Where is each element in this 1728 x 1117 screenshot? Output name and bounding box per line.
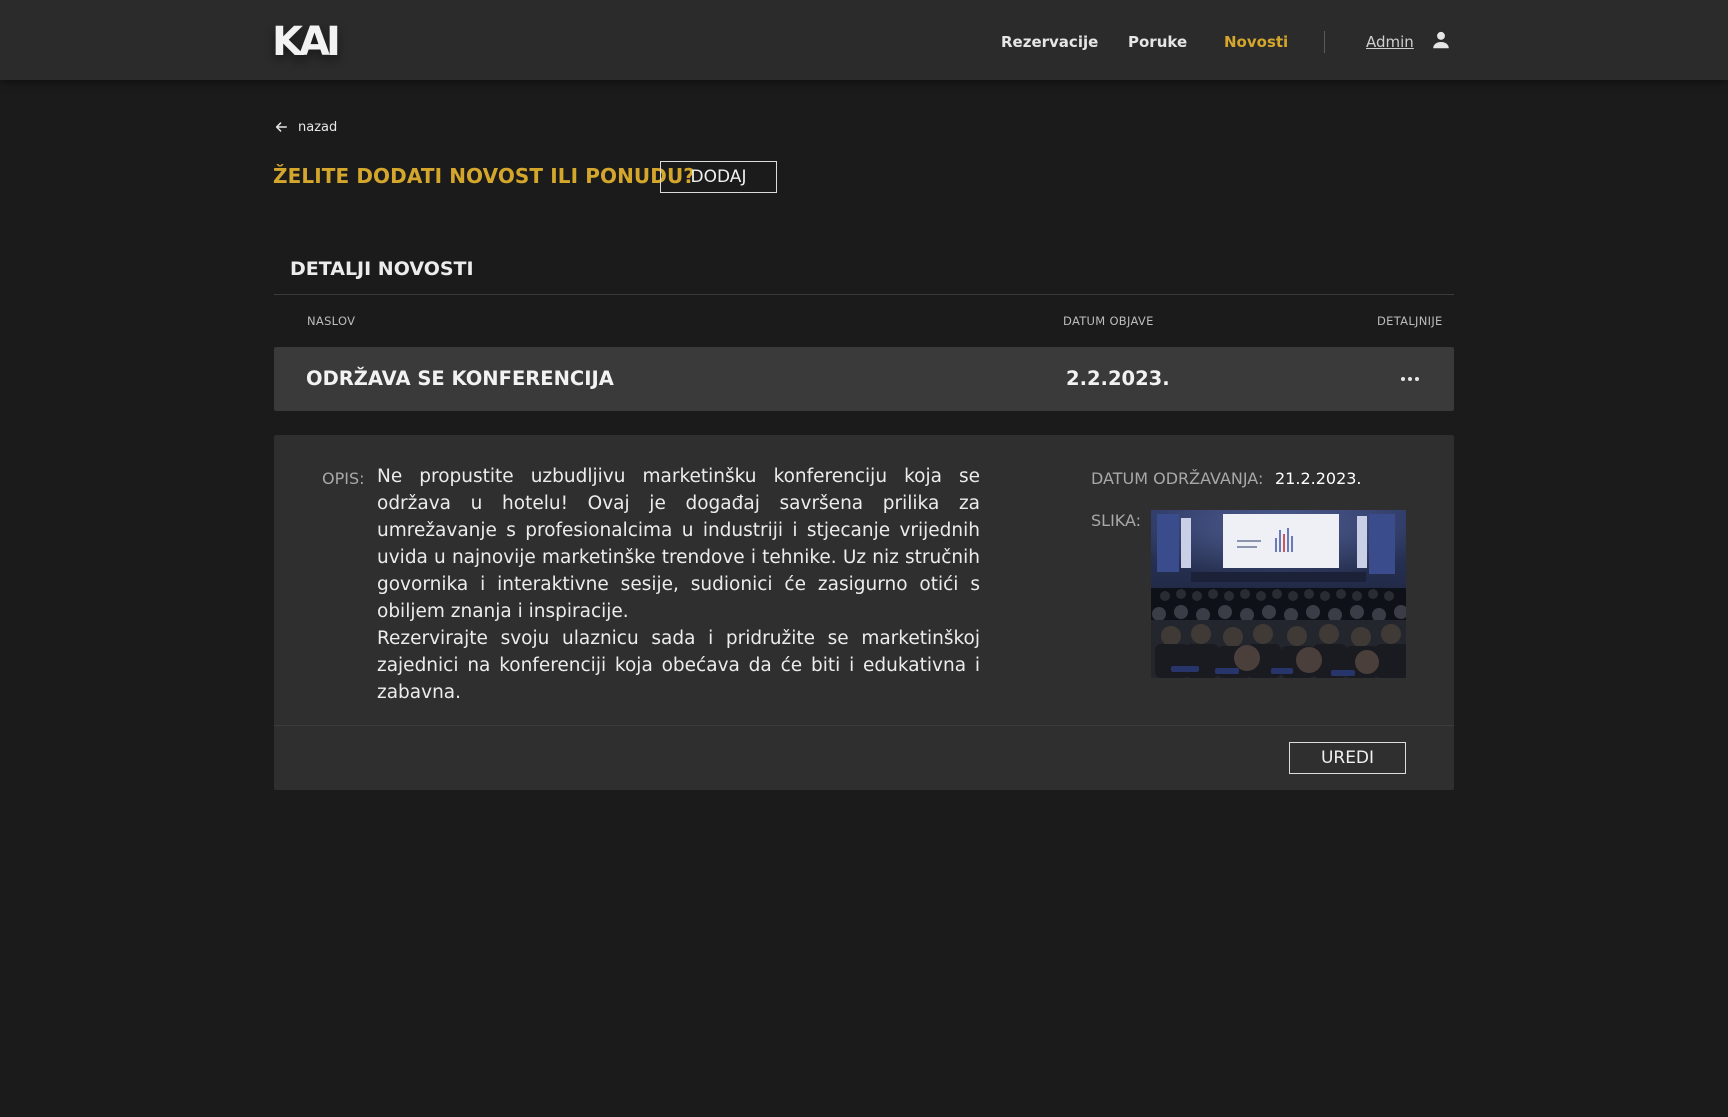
nav-divider: [1324, 31, 1325, 53]
kai-logo[interactable]: KAI: [272, 22, 341, 62]
event-date-value: 21.2.2023.: [1275, 469, 1362, 488]
description-paragraph: Rezervirajte svoju ulaznicu sada i pridr…: [377, 628, 980, 703]
admin-user-link[interactable]: Admin: [1366, 33, 1414, 51]
add-button[interactable]: DODAJ: [660, 161, 777, 193]
column-header-title: NASLOV: [307, 314, 356, 328]
back-link[interactable]: nazad: [274, 117, 337, 137]
news-detail-panel: OPIS: Ne propustite uzbudljivu marketinš…: [274, 435, 1454, 790]
section-title: DETALJI NOVOSTI: [290, 258, 474, 280]
nav-item-rezervacije[interactable]: Rezervacije: [1001, 33, 1098, 51]
description-text: Ne propustite uzbudljivu marketinšku kon…: [377, 463, 980, 706]
image-label: SLIKA:: [1091, 511, 1142, 530]
description-paragraph: Ne propustite uzbudljivu marketinšku kon…: [377, 466, 980, 622]
conference-image: [1151, 510, 1406, 678]
news-published-date: 2.2.2023.: [1066, 367, 1170, 390]
description-label: OPIS:: [322, 469, 365, 488]
column-header-details: DETALJNIJE: [1377, 314, 1443, 328]
more-options-icon[interactable]: [1398, 369, 1422, 389]
section-divider: [274, 294, 1454, 295]
news-row[interactable]: ODRŽAVA SE KONFERENCIJA 2.2.2023.: [274, 347, 1454, 411]
top-navigation-bar: KAI Rezervacije Poruke Novosti Admin: [0, 0, 1728, 80]
panel-divider: [274, 725, 1454, 726]
edit-button[interactable]: UREDI: [1289, 742, 1406, 774]
arrow-left-icon: [275, 122, 287, 132]
back-label: nazad: [298, 119, 338, 135]
event-date-label: DATUM ODRŽAVANJA:: [1091, 469, 1264, 488]
column-header-published-date: DATUM OBJAVE: [1063, 314, 1154, 328]
nav-item-poruke[interactable]: Poruke: [1128, 33, 1187, 51]
person-icon[interactable]: [1430, 29, 1452, 51]
add-news-prompt: ŽELITE DODATI NOVOST ILI PONUDU?: [273, 164, 696, 188]
nav-item-novosti[interactable]: Novosti: [1224, 33, 1288, 51]
news-title: ODRŽAVA SE KONFERENCIJA: [306, 367, 614, 390]
